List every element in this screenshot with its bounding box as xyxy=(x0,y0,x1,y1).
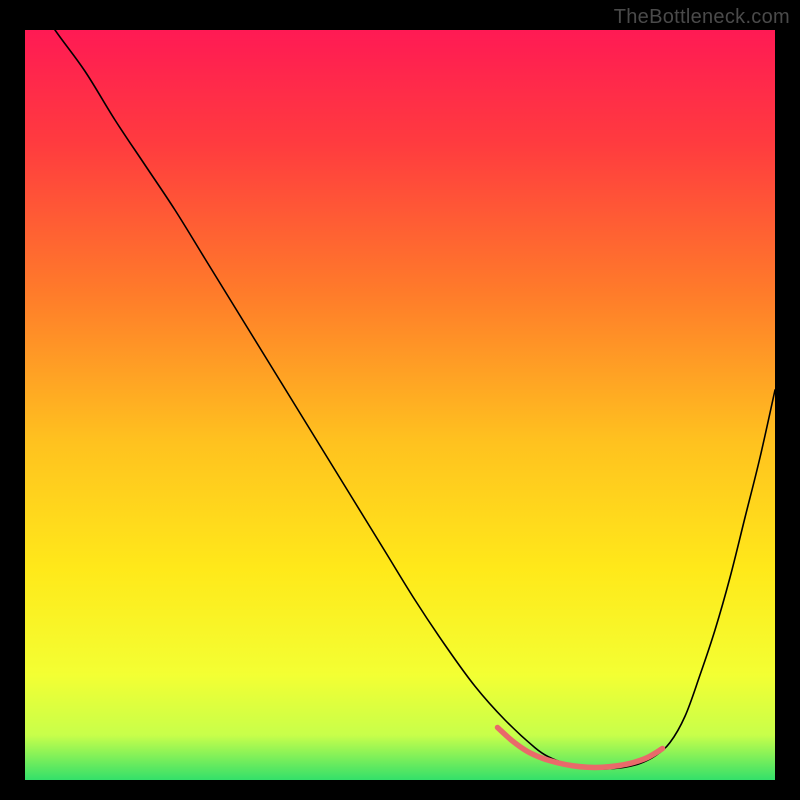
chart-svg xyxy=(25,30,775,780)
chart-container: TheBottleneck.com xyxy=(0,0,800,800)
attribution-text: TheBottleneck.com xyxy=(614,6,790,29)
plot-area xyxy=(25,30,775,780)
gradient-background xyxy=(25,30,775,780)
